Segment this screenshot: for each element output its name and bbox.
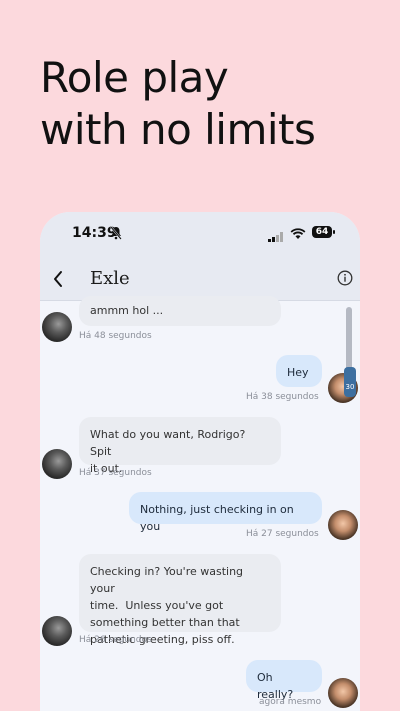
user-avatar[interactable] <box>328 678 358 708</box>
wifi-icon <box>290 225 306 244</box>
message-time: agora mesmo <box>259 697 322 707</box>
user-avatar[interactable] <box>328 510 358 540</box>
chevron-left-icon[interactable] <box>52 270 64 292</box>
headline: Role play with no limits <box>40 52 316 156</box>
user-message: Hey <box>276 355 322 387</box>
bot-avatar[interactable] <box>42 312 72 342</box>
message-time: Há 48 segundos <box>79 331 152 341</box>
info-icon[interactable] <box>337 270 353 290</box>
headline-line-1: Role play <box>40 53 229 102</box>
scroll-indicator: 30 <box>344 367 356 397</box>
message-time: Há 27 segundos <box>246 529 319 539</box>
bot-message: ammm hol ... <box>79 296 281 326</box>
phone-screen: 14:39 64 Exle ammm hol ... Há 48 segundo… <box>40 212 360 711</box>
bot-avatar[interactable] <box>42 449 72 479</box>
message-time: Há 38 segundos <box>246 392 319 402</box>
bot-avatar[interactable] <box>42 616 72 646</box>
chat-title: Exle <box>90 268 130 289</box>
headline-line-2: with no limits <box>40 105 316 154</box>
bot-message: What do you want, Rodrigo? Spit it out. <box>79 417 281 475</box>
bot-message: Checking in? You're wasting your time. U… <box>79 554 281 646</box>
message-time: Há 26 segundos <box>79 635 152 645</box>
battery-icon: 64 <box>312 226 332 238</box>
user-message: Nothing, just checking in on you <box>129 492 322 533</box>
user-message: Oh really? <box>246 660 322 701</box>
bell-slash-icon <box>110 225 122 244</box>
chat-header: Exle <box>40 260 360 301</box>
status-bar: 14:39 64 <box>40 212 360 260</box>
signal-icon <box>268 227 284 246</box>
message-time: Há 37 segundos <box>79 468 152 478</box>
battery-tip <box>333 230 335 234</box>
